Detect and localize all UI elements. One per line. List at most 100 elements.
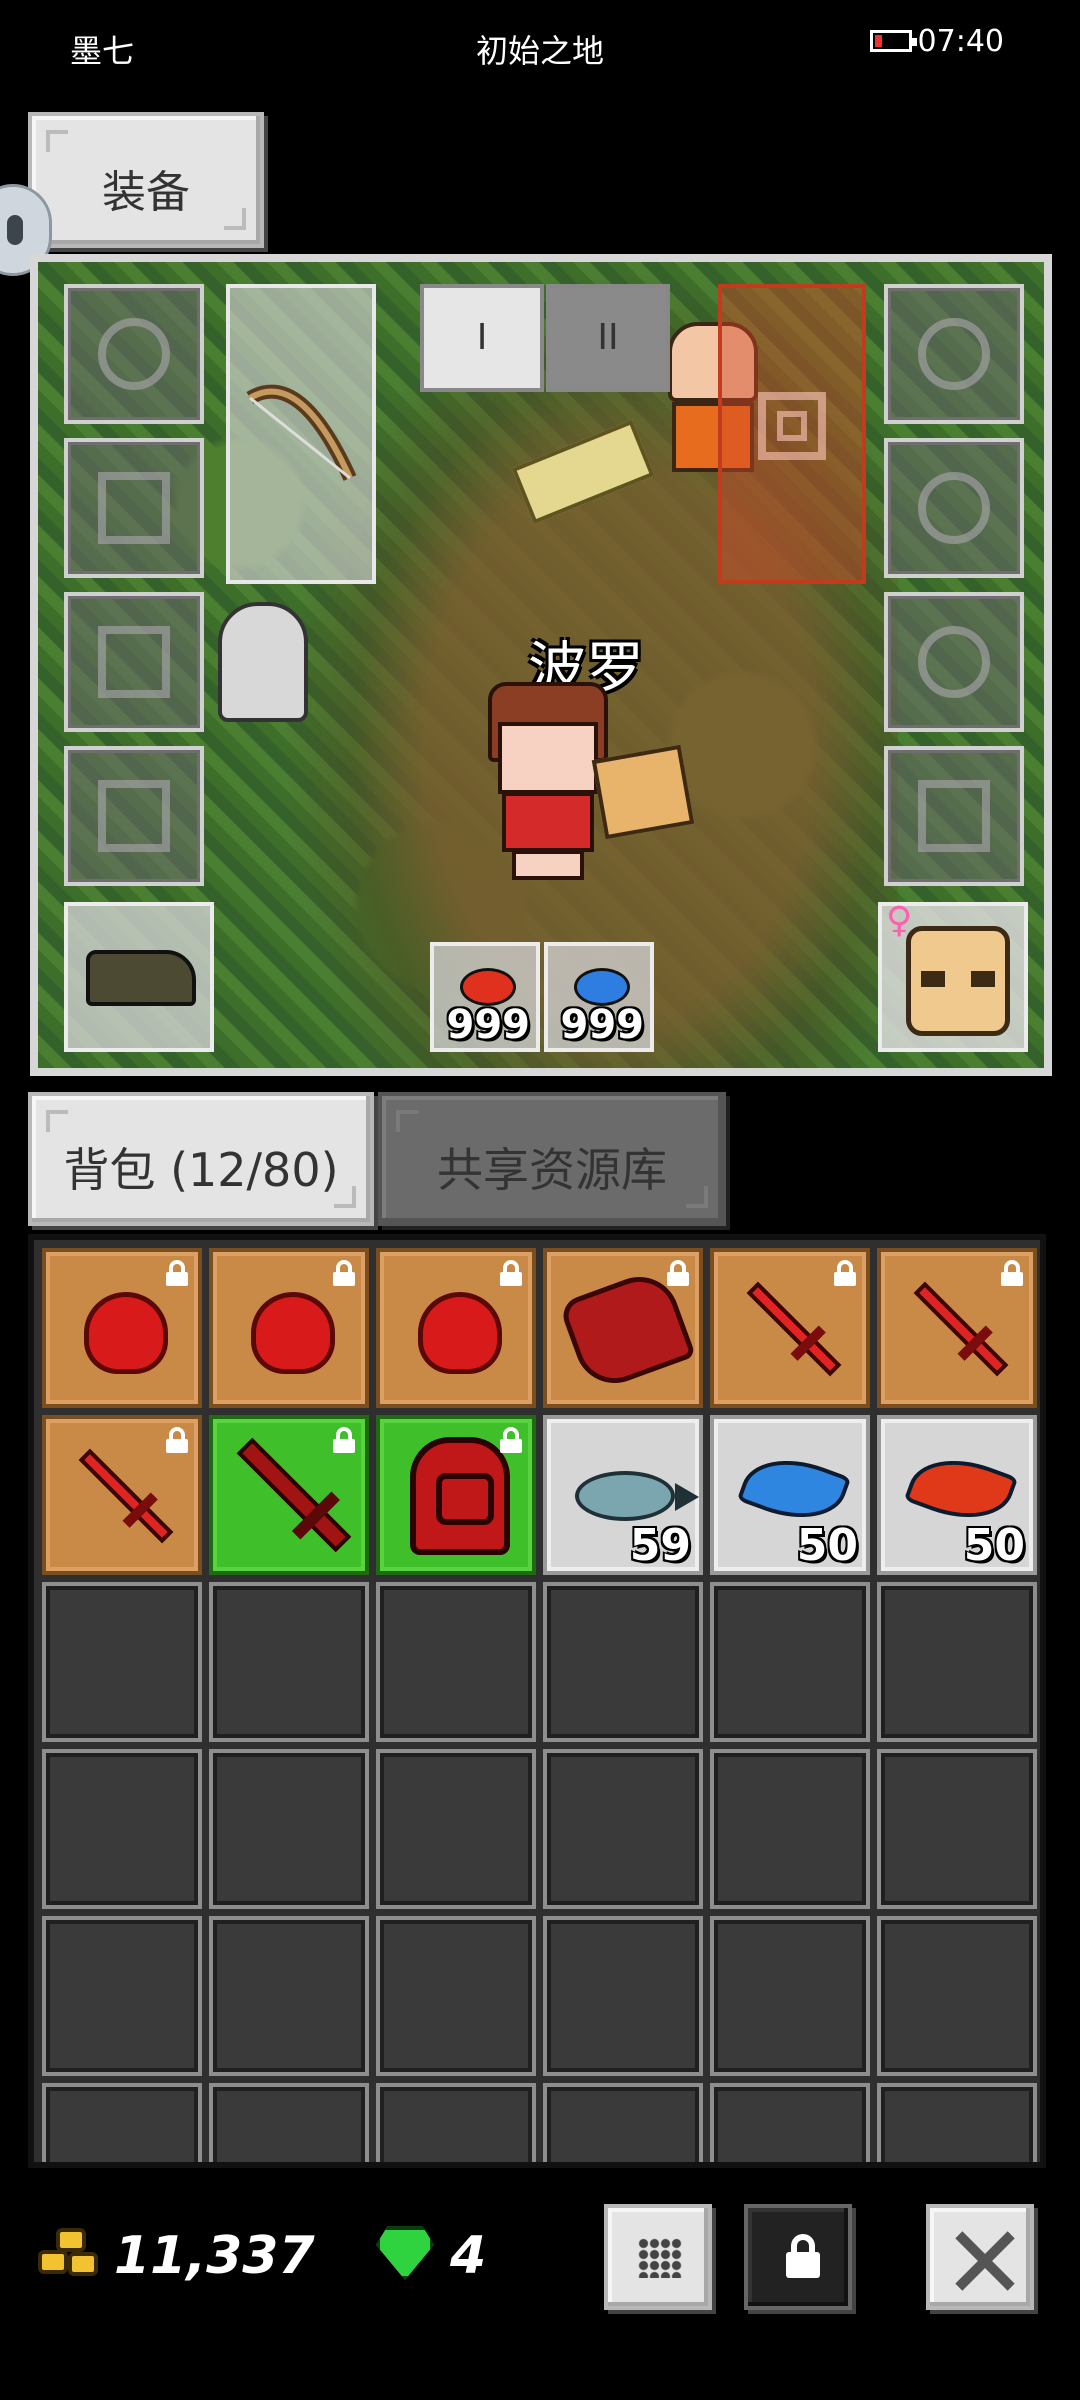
lock-icon [500,1427,522,1453]
inventory-empty-slot[interactable] [209,1749,369,1909]
corner-decoration [396,1110,418,1132]
helmet-slot[interactable] [64,284,204,424]
inventory-item[interactable]: 59 [543,1415,703,1575]
inventory-item[interactable] [710,1248,870,1408]
weapon-slot[interactable] [226,284,376,584]
necklace-slot[interactable] [884,284,1024,424]
inventory-empty-slot[interactable] [543,2083,703,2162]
inventory-empty-slot[interactable] [710,1916,870,2076]
inventory-empty-slot[interactable] [209,1582,369,1742]
battery-fill [875,35,882,47]
blue-potion-icon [574,968,630,1006]
inventory-empty-slot[interactable] [376,1582,536,1742]
red-greatsword-icon [236,1437,352,1553]
clock-time: 07:40 [917,24,1004,59]
inventory-item[interactable] [376,1415,536,1575]
tab-backpack-label: 背包 (12/80) [63,1143,339,1197]
equipment-panel: I II 波罗 999 999 ♀ [30,254,1052,1076]
potion-slot-mp[interactable]: 999 [544,942,654,1052]
tab-page-1[interactable]: I [420,284,544,392]
inventory-empty-slot[interactable] [42,1916,202,2076]
accessory-slot[interactable] [884,746,1024,886]
lock-icon [834,1260,856,1286]
spiral-icon [758,392,826,460]
gold-amount: 11,337 [114,2226,315,2286]
inventory-item[interactable] [209,1248,369,1408]
character-scene: I II 波罗 999 999 ♀ [38,262,1044,1068]
status-bar: 墨七 初始之地 07:40 [0,0,1080,90]
inventory-empty-slot[interactable] [710,2083,870,2162]
armor-slot[interactable] [64,438,204,578]
red-potion-icon [460,968,516,1006]
inventory-empty-slot[interactable] [209,1916,369,2076]
fish-icon [575,1471,699,1521]
potion-quantity: 999 [446,1002,531,1048]
sort-button[interactable] [604,2204,712,2310]
gold-coins-icon [38,2228,100,2280]
grid-dots-icon [638,2238,682,2278]
tab-shared-storage-label: 共享资源库 [437,1143,667,1197]
inventory-empty-slot[interactable] [376,2083,536,2162]
potion-slot-hp[interactable]: 999 [430,942,540,1052]
lock-mode-button[interactable] [744,2204,852,2310]
inventory-item[interactable] [42,1248,202,1408]
lock-icon [166,1260,188,1286]
pet-slot[interactable]: ♀ [878,900,1028,1052]
ring-slot-2[interactable] [884,592,1024,732]
inventory-empty-slot[interactable] [877,2083,1037,2162]
red-helmet-icon [410,1437,510,1555]
ring-slot-1[interactable] [884,438,1024,578]
red-slime-icon [84,1292,168,1374]
tab-shared-storage[interactable]: 共享资源库 [378,1092,726,1226]
inventory-item[interactable]: 50 [710,1415,870,1575]
inventory-empty-slot[interactable] [376,1916,536,2076]
inventory-item[interactable]: 50 [877,1415,1037,1575]
inventory-empty-slot[interactable] [877,1749,1037,1909]
inventory-empty-slot[interactable] [543,1749,703,1909]
lock-icon [500,1260,522,1286]
tab-equipment[interactable]: 装备 [28,112,264,248]
gloves-slot[interactable] [64,592,204,732]
close-button[interactable] [926,2204,1034,2310]
inventory-grid: 59 50 50 [42,1248,1040,2162]
ring-icon [918,472,990,544]
item-quantity: 59 [629,1520,691,1571]
lock-icon [667,1260,689,1286]
inventory-empty-slot[interactable] [877,1582,1037,1742]
lock-icon [1001,1260,1023,1286]
inventory-item[interactable] [376,1248,536,1408]
inventory-empty-slot[interactable] [42,1582,202,1742]
inventory-panel[interactable]: 59 50 50 [28,1234,1046,2168]
red-slime-icon [251,1292,335,1374]
red-sword-icon [78,1448,174,1544]
inventory-empty-slot[interactable] [543,1916,703,2076]
inventory-empty-slot[interactable] [877,1916,1037,2076]
tab-page-2[interactable]: II [546,284,670,392]
female-icon: ♀ [886,900,913,941]
gem-amount: 4 [450,2226,487,2286]
pet-skill-slot[interactable] [718,284,866,584]
battery-icon [870,30,917,52]
inventory-empty-slot[interactable] [376,1749,536,1909]
inventory-empty-slot[interactable] [710,1749,870,1909]
inventory-empty-slot[interactable] [710,1582,870,1742]
lock-icon [333,1427,355,1453]
padlock-icon [786,2234,820,2278]
inventory-item[interactable] [877,1248,1037,1408]
inventory-item[interactable] [42,1415,202,1575]
inventory-empty-slot[interactable] [42,2083,202,2162]
inventory-item[interactable] [209,1415,369,1575]
inventory-empty-slot[interactable] [42,1749,202,1909]
corner-decoration [46,1110,68,1132]
accessory-icon [918,780,990,852]
mount-slot[interactable] [64,902,214,1052]
boots-slot[interactable] [64,746,204,886]
saddle-icon [86,950,196,1006]
cat-pet-icon [906,926,1010,1036]
inventory-empty-slot[interactable] [209,2083,369,2162]
tab-backpack[interactable]: 背包 (12/80) [28,1092,374,1226]
inventory-empty-slot[interactable] [543,1582,703,1742]
pet-cat-sprite [591,744,695,840]
glove-icon [98,626,170,698]
inventory-item[interactable] [543,1248,703,1408]
